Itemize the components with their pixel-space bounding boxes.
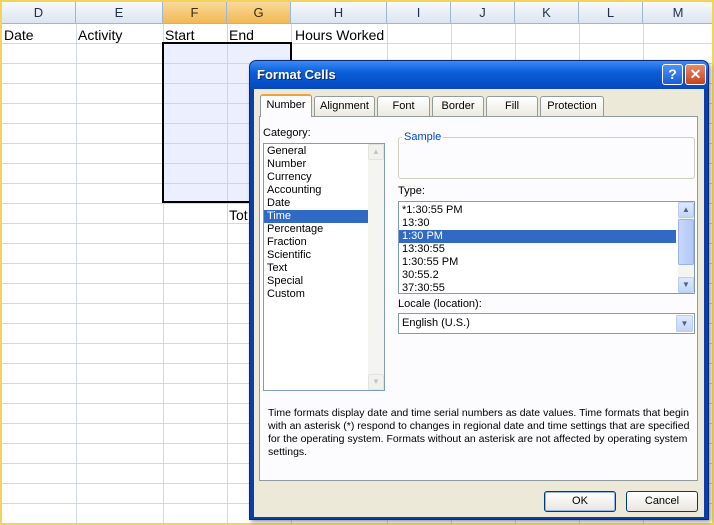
- sample-box: [398, 137, 695, 179]
- category-list[interactable]: General Number Currency Accounting Date Time P…: [263, 143, 385, 391]
- category-item[interactable]: Currency: [264, 171, 368, 184]
- type-item[interactable]: 37:30:55: [399, 282, 676, 293]
- column-header-f[interactable]: F: [163, 2, 227, 24]
- column-header-g[interactable]: G: [227, 2, 291, 24]
- category-item[interactable]: Time: [264, 210, 368, 223]
- help-icon: ?: [668, 66, 677, 82]
- column-header-k[interactable]: K: [515, 2, 579, 24]
- row-gridline: [2, 523, 712, 524]
- tab-alignment[interactable]: Alignment: [314, 96, 375, 116]
- column-header-j[interactable]: J: [451, 2, 515, 24]
- column-header-l[interactable]: L: [579, 2, 643, 24]
- arrow-up-icon[interactable]: ▲: [678, 202, 694, 218]
- type-scrollbar[interactable]: ▲ ▼: [678, 202, 694, 293]
- category-item[interactable]: Accounting: [264, 184, 368, 197]
- dialog-title-bar[interactable]: Format Cells ? ✕: [250, 61, 708, 89]
- number-tab-panel: Category: General Number Currency Accountin…: [259, 116, 698, 481]
- arrow-up-icon[interactable]: ▲: [368, 144, 384, 160]
- tab-number[interactable]: Number: [260, 94, 312, 117]
- cell-h1[interactable]: Hours Worked: [295, 26, 384, 44]
- format-cells-dialog: Format Cells ? ✕ Number Alignment Font B…: [249, 60, 709, 520]
- arrow-down-icon[interactable]: ▼: [368, 374, 384, 390]
- dialog-body: Number Alignment Font Border Fill Protec…: [254, 89, 704, 517]
- type-item[interactable]: 1:30 PM: [399, 230, 676, 243]
- category-item[interactable]: Text: [264, 262, 368, 275]
- arrow-down-icon[interactable]: ▼: [678, 277, 694, 293]
- close-button[interactable]: ✕: [685, 64, 706, 85]
- category-item[interactable]: Fraction: [264, 236, 368, 249]
- tab-font[interactable]: Font: [377, 96, 430, 116]
- cell-g1[interactable]: End: [229, 26, 254, 44]
- column-header-i[interactable]: I: [387, 2, 451, 24]
- type-item[interactable]: 13:30:55: [399, 243, 676, 256]
- category-scrollbar[interactable]: ▲ ▼: [368, 144, 384, 390]
- locale-label: Locale (location):: [398, 298, 482, 310]
- type-item[interactable]: *1:30:55 PM: [399, 204, 676, 217]
- close-icon: ✕: [689, 66, 702, 82]
- column-header-d[interactable]: D: [2, 2, 76, 24]
- cell-e1[interactable]: Activity: [78, 26, 122, 44]
- category-item[interactable]: Scientific: [264, 249, 368, 262]
- column-header-h[interactable]: H: [291, 2, 387, 24]
- category-item[interactable]: Special: [264, 275, 368, 288]
- column-header-e[interactable]: E: [76, 2, 163, 24]
- column-gridline: [76, 24, 77, 523]
- ok-button[interactable]: OK: [544, 491, 616, 512]
- type-item[interactable]: 13:30: [399, 217, 676, 230]
- type-list[interactable]: *1:30:55 PM 13:30 1:30 PM 13:30:55 1:30:55 P…: [398, 201, 695, 294]
- tab-protection[interactable]: Protection: [540, 96, 604, 116]
- tab-border[interactable]: Border: [432, 96, 484, 116]
- category-item[interactable]: General: [264, 145, 368, 158]
- tab-fill[interactable]: Fill: [486, 96, 538, 116]
- cancel-button[interactable]: Cancel: [626, 491, 698, 512]
- type-item[interactable]: 30:55.2: [399, 269, 676, 282]
- chevron-down-icon[interactable]: ▼: [676, 315, 693, 332]
- category-item[interactable]: Percentage: [264, 223, 368, 236]
- scroll-thumb[interactable]: [678, 219, 694, 265]
- cell-d1[interactable]: Date: [4, 26, 34, 44]
- category-item[interactable]: Number: [264, 158, 368, 171]
- type-label: Type:: [398, 185, 425, 197]
- sample-label: Sample: [402, 131, 444, 143]
- locale-select[interactable]: English (U.S.) ▼: [398, 313, 695, 334]
- cell-g10[interactable]: Tot: [229, 206, 248, 224]
- dialog-title: Format Cells: [257, 67, 336, 82]
- category-label: Category:: [263, 127, 311, 139]
- format-description: Time formats display date and time seria…: [268, 407, 690, 458]
- type-item[interactable]: 1:30:55 PM: [399, 256, 676, 269]
- help-button[interactable]: ?: [662, 64, 683, 85]
- cell-f1[interactable]: Start: [165, 26, 195, 44]
- column-header-m[interactable]: M: [643, 2, 712, 24]
- category-item[interactable]: Date: [264, 197, 368, 210]
- locale-value: English (U.S.): [402, 317, 470, 329]
- category-item[interactable]: Custom: [264, 288, 368, 301]
